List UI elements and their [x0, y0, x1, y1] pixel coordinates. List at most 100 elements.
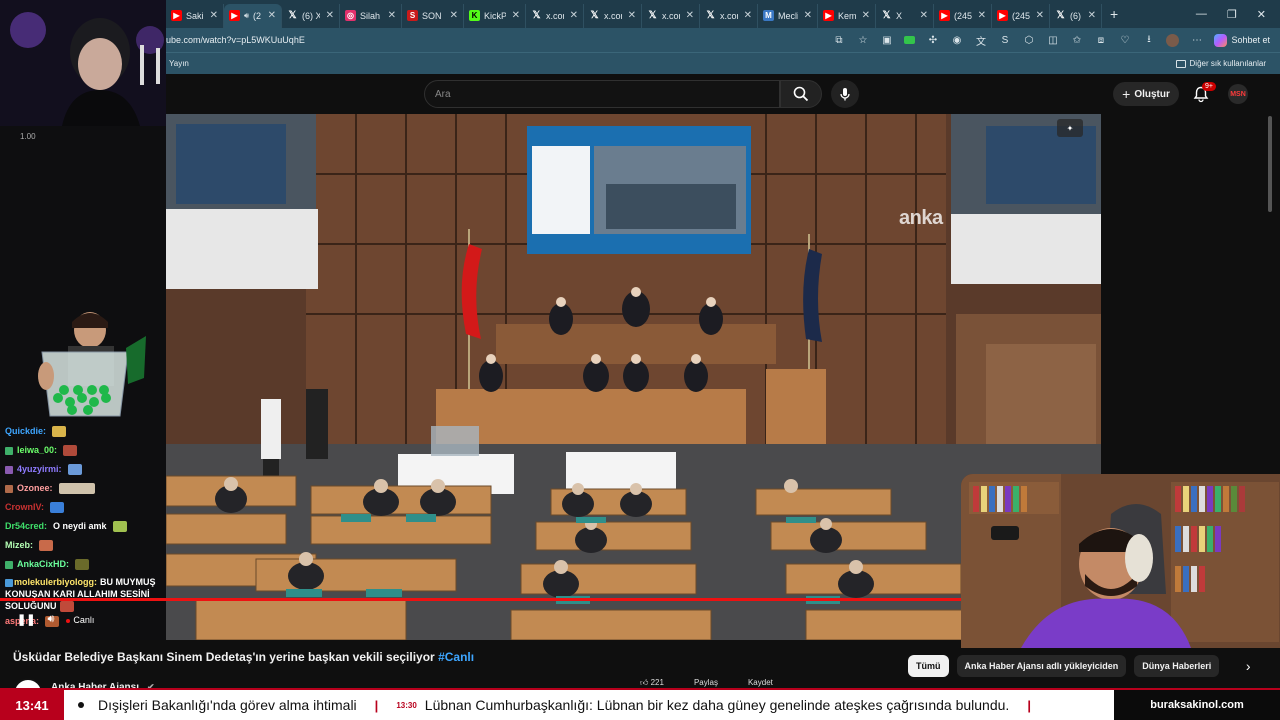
close-window-icon[interactable]: ✕ — [1257, 8, 1266, 21]
split-screen-icon[interactable]: ◫ — [1046, 34, 1059, 47]
close-tab-icon[interactable]: ✕ — [268, 10, 276, 21]
close-tab-icon[interactable]: ✕ — [1036, 10, 1044, 21]
close-tab-icon[interactable]: ✕ — [978, 10, 986, 21]
chip-uploader[interactable]: Anka Haber Ajansı adlı yükleyiciden — [956, 655, 1127, 677]
page-scrollbar[interactable] — [1268, 116, 1272, 212]
profile-avatar[interactable] — [1166, 33, 1180, 47]
chat-username[interactable]: AnkaCixHD: — [17, 555, 69, 574]
new-tab-icon[interactable]: + — [1110, 6, 1118, 22]
close-tab-icon[interactable]: ✕ — [862, 10, 870, 21]
chat-username[interactable]: Quickdie: — [5, 422, 46, 441]
collections-icon[interactable]: ⧈ — [1094, 34, 1107, 47]
close-tab-icon[interactable]: ✕ — [686, 10, 694, 21]
browser-tab[interactable]: 𝕏 (6) X'i ✕ — [282, 3, 340, 28]
browser-tab[interactable]: 𝕏x.com ✕ — [526, 3, 584, 28]
chat-username[interactable]: molekulerbiyologg: — [14, 577, 97, 587]
browser-tab[interactable]: S SON D ✕ — [402, 3, 464, 28]
related-chips: Tümü Anka Haber Ajansı adlı yükleyiciden… — [908, 655, 1259, 677]
voice-search-button[interactable] — [831, 80, 859, 108]
chip-world-news[interactable]: Dünya Haberleri — [1134, 655, 1220, 677]
close-tab-icon[interactable]: ✕ — [920, 10, 928, 21]
minimize-icon[interactable]: — — [1196, 8, 1207, 21]
url-text[interactable]: ube.com/watch?v=pL5WKUuUqhE — [166, 35, 305, 45]
favorites-icon[interactable]: ✩ — [1070, 34, 1083, 47]
ticker-item-1: Dışişleri Bakanlığı'nda görev alma ihtim… — [98, 697, 357, 713]
browser-tab[interactable]: ▶ 🔊︎ (2 ✕ — [224, 3, 282, 28]
player-controls: ❚❚ 🔊︎ Canlı — [17, 613, 94, 626]
ext-green-icon[interactable] — [904, 36, 916, 44]
close-tab-icon[interactable]: ✕ — [804, 10, 812, 21]
browser-tab[interactable]: ◎ Silah i ✕ — [340, 3, 402, 28]
extensions-icon[interactable]: ⬡ — [1022, 34, 1035, 47]
ambient-mode-icon[interactable]: ✦ — [1057, 119, 1083, 137]
x-icon: 𝕏 — [1056, 10, 1065, 21]
chat-emote-icon — [52, 426, 67, 437]
close-tab-icon[interactable]: ✕ — [744, 10, 752, 21]
close-tab-icon[interactable]: ✕ — [570, 10, 578, 21]
chat-message: AnkaCixHD: — [5, 555, 163, 574]
search-button[interactable] — [780, 80, 822, 108]
browser-tab[interactable]: 𝕏 (6) X'i ✕ — [1050, 3, 1102, 28]
open-in-app-icon[interactable]: ⧉ — [832, 34, 845, 47]
health-icon[interactable]: ♡ — [1118, 34, 1131, 47]
bookmark-yayin[interactable]: Yayın — [169, 59, 189, 68]
chat-message: Quickdie: — [5, 422, 163, 441]
ext-dark-icon[interactable]: ▣ — [880, 34, 893, 47]
chat-username[interactable]: 4yuzyirmi: — [17, 460, 62, 479]
live-dot — [66, 618, 71, 623]
close-tab-icon[interactable]: ✕ — [326, 10, 334, 21]
search-placeholder: Ara — [435, 88, 451, 100]
pause-icon[interactable]: ❚❚ — [17, 613, 35, 626]
live-indicator[interactable]: Canlı — [66, 615, 94, 625]
ext-translate-icon[interactable]: 文 — [974, 34, 987, 48]
browser-tab-label: KickP — [484, 10, 506, 21]
like-button[interactable]: 👍︎ 221 — [640, 678, 664, 688]
ext-circle-icon[interactable]: ◉ — [950, 34, 963, 47]
zoom-label: 1.00 — [20, 132, 36, 141]
close-tab-icon[interactable]: ✕ — [388, 10, 396, 21]
chip-all[interactable]: Tümü — [908, 655, 949, 677]
close-tab-icon[interactable]: ✕ — [450, 10, 458, 21]
volume-icon[interactable]: 🔊︎ — [47, 613, 54, 626]
browser-tab[interactable]: K KickP ✕ — [464, 3, 526, 28]
video-title-text: Üsküdar Belediye Başkanı Sinem Dedetaş'ı… — [13, 650, 435, 664]
other-favorites[interactable]: Diğer sık kullanılanlar — [1175, 59, 1280, 68]
downloads-icon[interactable]: ⭳ — [1142, 34, 1155, 47]
ticker-brand: buraksakinol.com — [1114, 690, 1280, 720]
close-tab-icon[interactable]: ✕ — [210, 10, 218, 21]
account-avatar[interactable]: MSN — [1228, 84, 1248, 104]
more-icon[interactable]: ⋯ — [1190, 34, 1203, 47]
browser-tab-label: x.com — [662, 10, 680, 21]
share-button[interactable]: Paylaş — [694, 678, 718, 688]
chevron-right-icon[interactable]: › — [1237, 655, 1259, 677]
close-tab-icon[interactable]: ✕ — [1088, 10, 1096, 21]
star-icon[interactable]: ☆ — [856, 34, 869, 47]
search-input[interactable]: Ara — [424, 80, 780, 108]
ext-grid-icon[interactable]: ✣ — [926, 34, 939, 47]
browser-tab[interactable]: 𝕏x.com ✕ — [584, 3, 642, 28]
browser-tab-label: X — [896, 10, 903, 21]
chat-username[interactable]: Dr54cred: — [5, 517, 47, 536]
browser-tab[interactable]: ▶ (245) ✕ — [934, 3, 992, 28]
browser-tab[interactable]: M Mecli ✕ — [758, 3, 818, 28]
chat-button[interactable]: Sohbet et — [1214, 33, 1270, 47]
browser-tab[interactable]: ▶ Sakin ✕ — [166, 3, 224, 28]
chat-username[interactable]: Ozonee: — [17, 479, 53, 498]
close-tab-icon[interactable]: ✕ — [628, 10, 636, 21]
video-hashtag[interactable]: #Canlı — [438, 650, 474, 664]
ticker-clock: 13:41 — [0, 690, 64, 720]
restore-icon[interactable]: ❐ — [1227, 8, 1237, 21]
browser-tab[interactable]: 𝕏 X ✕ — [876, 3, 934, 28]
browser-tab[interactable]: ▶ (245) ✕ — [992, 3, 1050, 28]
chat-username[interactable]: leiwa_00: — [17, 441, 57, 460]
browser-tab[interactable]: ▶ Kemal ✕ — [818, 3, 876, 28]
browser-tab[interactable]: 𝕏x.com ✕ — [700, 3, 758, 28]
create-button[interactable]: + Oluştur — [1113, 82, 1179, 106]
save-button[interactable]: Kaydet — [748, 678, 773, 688]
chat-username[interactable]: CrownIV: — [5, 498, 44, 517]
browser-tab[interactable]: 𝕏x.com ✕ — [642, 3, 700, 28]
close-tab-icon[interactable]: ✕ — [512, 10, 520, 21]
tab-audio-icon[interactable]: 🔊︎ — [244, 11, 249, 21]
chat-username[interactable]: Mizeb: — [5, 536, 33, 555]
ext-s-icon[interactable]: S — [998, 34, 1011, 47]
